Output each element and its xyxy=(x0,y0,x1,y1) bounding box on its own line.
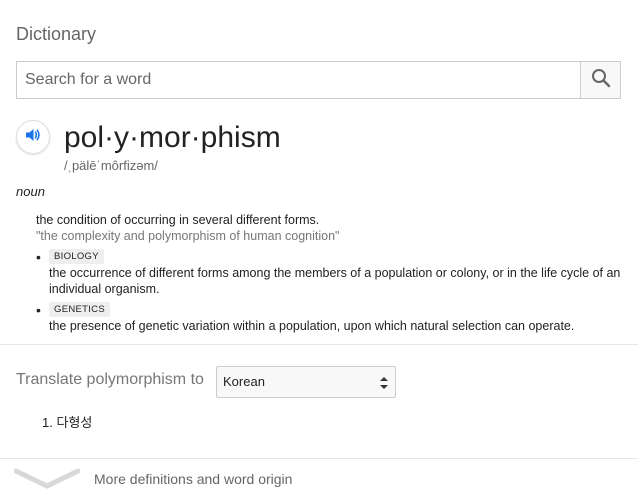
subject-label-chip: BIOLOGY xyxy=(49,249,104,264)
speaker-icon xyxy=(24,126,42,149)
usage-example: "the complexity and polymorphism of huma… xyxy=(36,229,340,243)
more-definitions-label: More definitions and word origin xyxy=(94,471,293,487)
bullet-marker: • xyxy=(36,302,41,318)
search-icon xyxy=(591,68,611,93)
dictionary-card: Dictionary pol·y·mor·phism /ˌpälēˈmôrfiz… xyxy=(0,0,638,499)
translation-result: 1. 다형성 xyxy=(42,415,93,430)
search-box xyxy=(16,61,621,99)
card-title: Dictionary xyxy=(16,24,97,44)
phonetic-spelling: /ˌpälēˈmôrfizəm/ xyxy=(64,158,158,173)
pronunciation-button[interactable] xyxy=(16,120,50,154)
chevron-down-icon xyxy=(13,466,81,495)
subject-label-chip: GENETICS xyxy=(49,302,110,317)
sense-definition: the occurrence of different forms among … xyxy=(49,266,621,296)
main-definition: the condition of occurring in several di… xyxy=(36,213,320,227)
section-divider xyxy=(0,458,638,459)
part-of-speech: noun xyxy=(16,184,45,199)
more-definitions-link[interactable]: More definitions and word origin xyxy=(0,460,638,499)
sense-definition: the presence of genetic variation within… xyxy=(49,319,575,333)
selected-language: Korean xyxy=(223,374,265,389)
headword: pol·y·mor·phism xyxy=(64,121,281,154)
bullet-marker: • xyxy=(36,249,41,265)
translate-label: Translate polymorphism to xyxy=(16,371,204,388)
section-divider xyxy=(0,344,638,345)
language-select[interactable]: Korean xyxy=(216,366,396,398)
search-button[interactable] xyxy=(580,62,620,98)
search-input[interactable] xyxy=(17,62,581,98)
select-arrows-icon xyxy=(380,376,388,390)
